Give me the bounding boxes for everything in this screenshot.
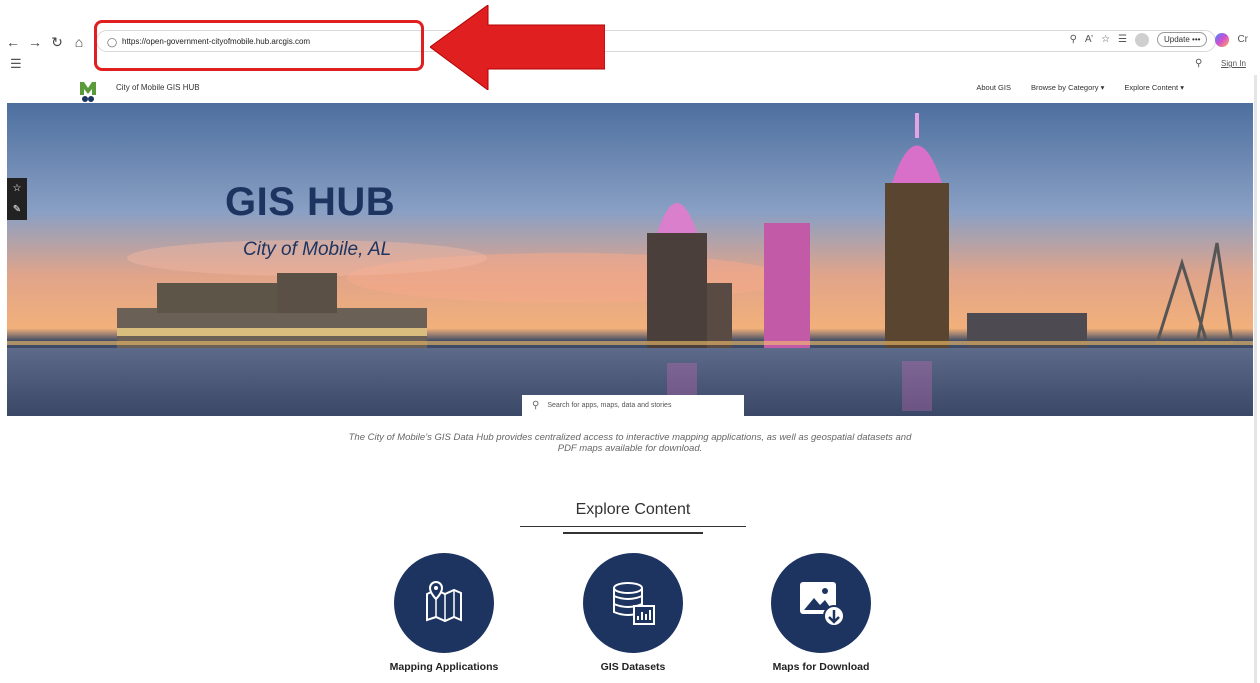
hero-subtitle: City of Mobile, AL [243,239,392,260]
map-pin-icon[interactable] [394,553,494,653]
hero-search-input[interactable]: ⚲ Search for apps, maps, data and storie… [522,395,744,416]
site-title[interactable]: City of Mobile GIS HUB [116,83,200,92]
skyline-image [7,103,1253,416]
browser-actions: ⚲ A’ ☆ ☰ Update ••• Cr [1070,32,1248,47]
search-icon: ⚲ [532,400,540,411]
city-logo-icon[interactable] [79,81,97,103]
reload-icon[interactable]: ↻ [48,33,66,51]
back-icon[interactable]: ← [4,33,22,51]
share-icon[interactable]: ✎ [13,204,21,215]
favorite-star-icon[interactable]: ☆ [1101,34,1110,45]
site-header: City of Mobile GIS HUB About GIS Browse … [6,75,1254,103]
copilot-icon[interactable] [1215,32,1230,47]
read-aloud-icon[interactable]: A’ [1085,34,1093,45]
hero-title: GIS HUB [225,180,396,224]
hero-banner [7,103,1253,416]
favorite-icon[interactable]: ☆ [13,183,22,194]
home-icon[interactable]: ⌂ [70,33,88,51]
update-button[interactable]: Update ••• [1157,32,1208,47]
database-chart-icon[interactable] [583,553,683,653]
sign-in-link[interactable]: Sign In [1221,59,1246,68]
intro-text: The City of Mobile’s GIS Data Hub provid… [348,432,912,454]
scrollbar-track[interactable] [1254,75,1257,683]
card-gis-datasets[interactable]: GIS Datasets [568,553,698,673]
nav-explore-content[interactable]: Explore Content ▾ [1124,83,1184,92]
card-maps-for-download[interactable]: Maps for Download [756,553,886,673]
heading-underline [563,532,703,534]
card-mapping-applications[interactable]: Mapping Applications [379,553,509,673]
card-label: GIS Datasets [600,661,666,673]
explore-content-heading: Explore Content [575,501,691,518]
card-label: Maps for Download [772,661,870,673]
profile-avatar[interactable] [1135,32,1149,47]
side-toolbar: ☆ ✎ [7,178,27,220]
hamburger-menu-icon[interactable]: ☰ [10,56,22,72]
favorites-list-icon[interactable]: ☰ [1118,34,1127,45]
search-placeholder: Search for apps, maps, data and stories [547,402,672,409]
url-highlight-box [94,20,424,71]
copilot-label: Cr [1237,34,1248,45]
forward-icon[interactable]: → [26,33,44,51]
nav-browse-by-category[interactable]: Browse by Category ▾ [1031,83,1104,92]
nav-about-gis[interactable]: About GIS [976,83,1011,92]
card-label: Mapping Applications [389,661,499,673]
heading-divider [520,526,746,527]
top-nav: About GIS Browse by Category ▾ Explore C… [976,83,1184,92]
header-search-icon[interactable]: ⚲ [1195,58,1202,69]
image-download-icon[interactable] [771,553,871,653]
zoom-icon[interactable]: ⚲ [1070,34,1077,45]
